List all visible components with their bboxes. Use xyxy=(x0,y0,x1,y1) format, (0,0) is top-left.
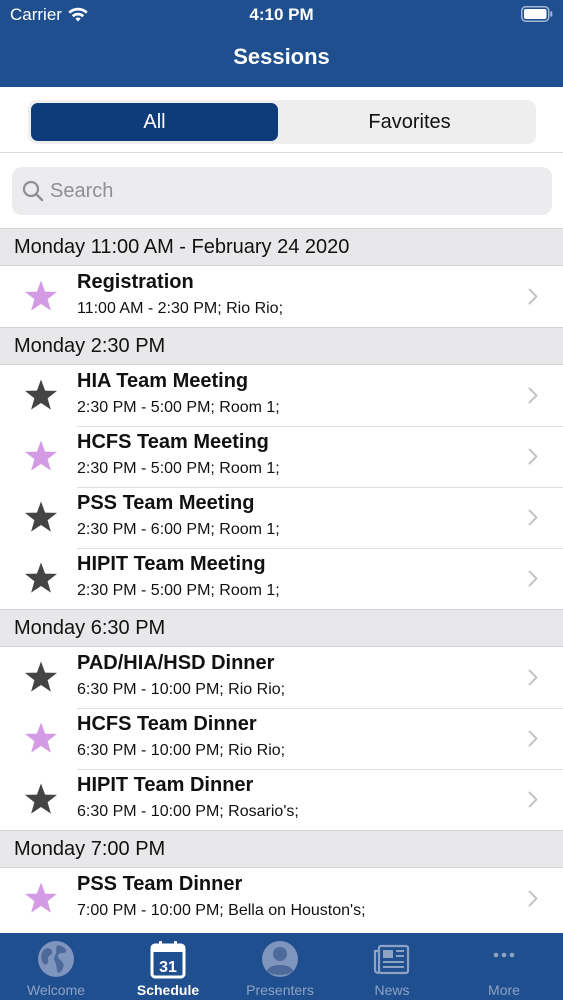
session-details: 2:30 PM - 5:00 PM; Room 1; xyxy=(77,399,280,416)
session-title: HIA Team Meeting xyxy=(77,370,249,392)
chevron-right-icon xyxy=(528,730,538,747)
session-row[interactable]: HCFS Team Meeting 2:30 PM - 5:00 PM; Roo… xyxy=(0,426,563,487)
session-details: 6:30 PM - 10:00 PM; Rio Rio; xyxy=(77,681,286,698)
session-title: PSS Team Dinner xyxy=(77,873,243,895)
tab-label: Welcome xyxy=(26,982,86,998)
tab-news[interactable]: News xyxy=(336,933,448,1000)
tab-label: Schedule xyxy=(136,982,200,998)
chevron-right-icon xyxy=(528,387,538,404)
chevron-right-icon xyxy=(528,288,538,305)
person-icon xyxy=(262,941,298,977)
newspaper-icon xyxy=(373,944,410,975)
chevron-right-icon xyxy=(528,890,538,907)
tab-more[interactable]: More xyxy=(448,933,560,1000)
segment-favorites[interactable]: Favorites xyxy=(286,103,533,141)
star-icon[interactable] xyxy=(23,561,59,596)
status-time: 4:10 PM xyxy=(249,5,314,24)
section-3: Monday 7:00 PM PSS Team Dinner 7:00 PM -… xyxy=(0,830,563,929)
filter-bar: All Favorites xyxy=(0,87,563,153)
tab-label: News xyxy=(374,982,410,998)
session-row[interactable]: HIPIT Team Dinner 6:30 PM - 10:00 PM; Ro… xyxy=(0,769,563,830)
status-bar: Carrier 4:10 PM xyxy=(0,0,563,30)
session-title: HIPIT Team Meeting xyxy=(77,553,266,575)
section-header: Monday 6:30 PM xyxy=(0,609,563,647)
section-0: Monday 11:00 AM - February 24 2020 Regis… xyxy=(0,228,563,327)
session-title: HCFS Team Meeting xyxy=(77,431,269,453)
session-title: HIPIT Team Dinner xyxy=(77,774,254,796)
session-title: HCFS Team Dinner xyxy=(77,713,257,735)
star-icon[interactable] xyxy=(23,721,59,756)
session-list[interactable]: Monday 11:00 AM - February 24 2020 Regis… xyxy=(0,228,563,933)
session-details: 2:30 PM - 5:00 PM; Room 1; xyxy=(77,460,280,477)
session-title: PSS Team Meeting xyxy=(77,492,255,514)
session-row[interactable]: HIPIT Team Meeting 2:30 PM - 5:00 PM; Ro… xyxy=(0,548,563,609)
session-details: 11:00 AM - 2:30 PM; Rio Rio; xyxy=(77,300,284,317)
session-details: 6:30 PM - 10:00 PM; Rosario's; xyxy=(77,803,299,820)
globe-icon xyxy=(38,941,74,977)
app-screen: Carrier 4:10 PM Sessions All Favorites S… xyxy=(0,0,563,1000)
search-icon xyxy=(22,180,44,202)
session-details: 2:30 PM - 5:00 PM; Room 1; xyxy=(77,582,280,599)
session-row[interactable]: HIA Team Meeting 2:30 PM - 5:00 PM; Room… xyxy=(0,365,563,426)
tab-welcome[interactable]: Welcome xyxy=(0,933,112,1000)
session-row[interactable]: HCFS Team Dinner 6:30 PM - 10:00 PM; Rio… xyxy=(0,708,563,769)
session-row[interactable]: PAD/HIA/HSD Dinner 6:30 PM - 10:00 PM; R… xyxy=(0,647,563,708)
more-icon xyxy=(493,952,515,958)
tab-presenters[interactable]: Presenters xyxy=(224,933,336,1000)
section-header: Monday 7:00 PM xyxy=(0,830,563,868)
star-icon[interactable] xyxy=(23,500,59,535)
star-icon[interactable] xyxy=(23,782,59,817)
star-icon[interactable] xyxy=(23,660,59,695)
segment-all[interactable]: All xyxy=(31,103,278,141)
chevron-right-icon xyxy=(528,669,538,686)
session-row[interactable]: PSS Team Dinner 7:00 PM - 10:00 PM; Bell… xyxy=(0,868,563,929)
search-bar xyxy=(0,154,563,228)
star-icon[interactable] xyxy=(23,279,59,314)
chevron-right-icon xyxy=(528,791,538,808)
session-details: 6:30 PM - 10:00 PM; Rio Rio; xyxy=(77,742,286,759)
page-title: Sessions xyxy=(233,44,330,69)
session-details: 7:00 PM - 10:00 PM; Bella on Houston's; xyxy=(77,902,366,919)
session-row[interactable]: PSS Team Meeting 2:30 PM - 6:00 PM; Room… xyxy=(0,487,563,548)
session-title: PAD/HIA/HSD Dinner xyxy=(77,652,275,674)
star-icon[interactable] xyxy=(23,881,59,916)
chevron-right-icon xyxy=(528,570,538,587)
section-2: Monday 6:30 PM PAD/HIA/HSD Dinner 6:30 P… xyxy=(0,609,563,830)
star-icon[interactable] xyxy=(23,378,59,413)
section-header: Monday 11:00 AM - February 24 2020 xyxy=(0,228,563,266)
calendar-icon: 31 xyxy=(150,941,186,979)
chevron-right-icon xyxy=(528,448,538,465)
navigation-header: Carrier 4:10 PM Sessions xyxy=(0,0,563,87)
filter-segmented-control: All Favorites xyxy=(28,100,536,144)
section-header: Monday 2:30 PM xyxy=(0,327,563,365)
chevron-right-icon xyxy=(528,509,538,526)
search-field[interactable] xyxy=(12,167,552,215)
tab-label: More xyxy=(488,982,520,998)
tab-schedule[interactable]: 31 Schedule xyxy=(112,933,224,1000)
star-icon[interactable] xyxy=(23,439,59,474)
tab-label: Presenters xyxy=(246,982,314,998)
battery-icon xyxy=(521,6,553,22)
tab-bar: Welcome 31 Schedule Presenters News More xyxy=(0,933,563,1000)
session-details: 2:30 PM - 6:00 PM; Room 1; xyxy=(77,521,280,538)
session-row[interactable]: Registration 11:00 AM - 2:30 PM; Rio Rio… xyxy=(0,266,563,327)
search-input[interactable] xyxy=(50,167,540,215)
section-1: Monday 2:30 PM HIA Team Meeting 2:30 PM … xyxy=(0,327,563,609)
calendar-day-text: 31 xyxy=(159,959,177,976)
session-title: Registration xyxy=(77,271,194,293)
